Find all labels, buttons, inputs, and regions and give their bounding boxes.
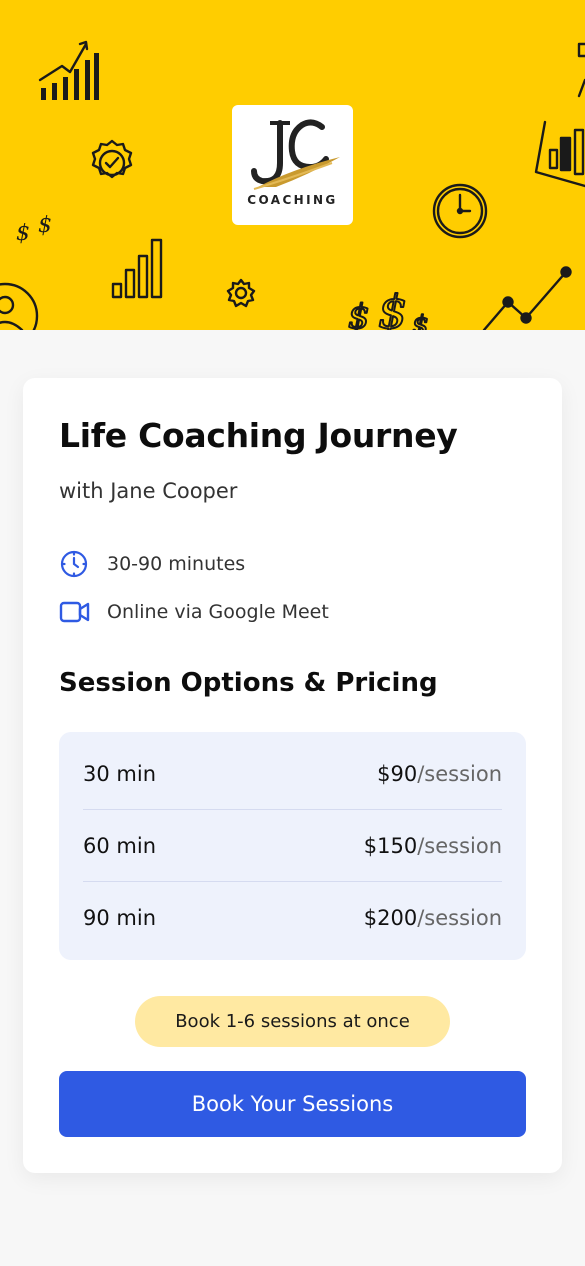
- pricing-row-60: 60 min $150/session: [83, 810, 502, 882]
- price-amount: $90: [377, 762, 418, 786]
- svg-text:$: $: [378, 285, 407, 330]
- session-duration: 90 min: [83, 906, 156, 930]
- clock-icon: [432, 183, 488, 239]
- clock-icon: [59, 549, 95, 579]
- bar-chart-icon: [111, 238, 163, 299]
- line-chart-icon: [482, 266, 572, 330]
- bar-chart-icon: [534, 42, 585, 188]
- page-title: Life Coaching Journey: [59, 416, 458, 455]
- session-price: $200/session: [364, 906, 502, 930]
- video-camera-icon: [59, 597, 95, 627]
- pricing-heading: Session Options & Pricing: [59, 668, 438, 698]
- svg-text:$: $: [38, 213, 52, 238]
- session-duration: 30 min: [83, 762, 156, 786]
- session-price: $150/session: [364, 834, 502, 858]
- svg-text:$: $: [412, 311, 429, 330]
- svg-text:$: $: [348, 297, 370, 330]
- sessions-limit-badge: Book 1-6 sessions at once: [135, 996, 450, 1047]
- pricing-row-90: 90 min $200/session: [83, 882, 502, 954]
- book-sessions-button[interactable]: Book Your Sessions: [59, 1071, 526, 1137]
- price-unit: /session: [417, 906, 502, 930]
- svg-text:$: $: [16, 221, 30, 246]
- price-unit: /session: [417, 834, 502, 858]
- dollar-icon: $ $ $: [347, 284, 430, 330]
- logo-word: COACHING: [247, 193, 338, 207]
- person-icon: [0, 282, 39, 330]
- logo-mark: [251, 119, 340, 190]
- duration-detail: 30-90 minutes: [59, 549, 245, 579]
- session-price: $90/session: [377, 762, 502, 786]
- price-unit: /session: [417, 762, 502, 786]
- session-duration: 60 min: [83, 834, 156, 858]
- dollar-icon: $ $: [16, 213, 52, 246]
- gear-icon: [226, 278, 256, 308]
- session-card: Life Coaching Journey with Jane Cooper 3…: [23, 378, 562, 1173]
- location-text: Online via Google Meet: [107, 601, 329, 623]
- brand-logo: COACHING: [232, 105, 353, 225]
- price-amount: $150: [363, 834, 418, 858]
- pricing-row-30: 30 min $90/session: [83, 738, 502, 810]
- duration-text: 30-90 minutes: [107, 553, 246, 575]
- bar-chart-icon: [38, 40, 99, 100]
- hero-banner: $ $ $ $ $ COACHING: [0, 0, 585, 330]
- pricing-table: 30 min $90/session 60 min $150/session 9…: [59, 732, 526, 960]
- price-amount: $200: [363, 906, 418, 930]
- verified-badge-icon: [91, 139, 133, 179]
- coach-name: with Jane Cooper: [59, 479, 238, 503]
- location-detail: Online via Google Meet: [59, 597, 329, 627]
